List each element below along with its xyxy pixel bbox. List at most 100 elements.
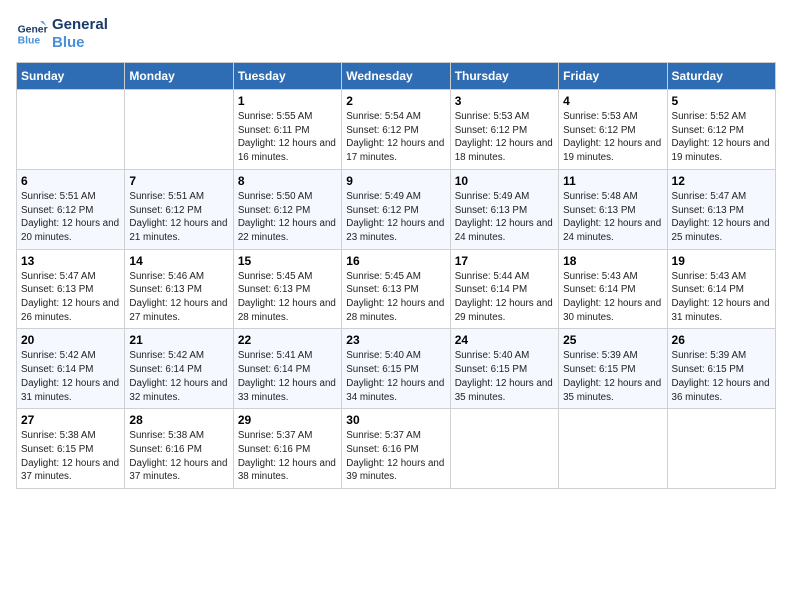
weekday-header-friday: Friday — [559, 63, 667, 90]
calendar-cell: 10 Sunrise: 5:49 AMSunset: 6:13 PMDayligh… — [450, 169, 558, 249]
calendar-cell: 22 Sunrise: 5:41 AMSunset: 6:14 PMDayligh… — [233, 329, 341, 409]
day-info: Sunrise: 5:51 AMSunset: 6:12 PMDaylight:… — [21, 190, 120, 245]
calendar-cell — [17, 90, 125, 170]
calendar-cell: 5 Sunrise: 5:52 AMSunset: 6:12 PMDaylight… — [667, 90, 775, 170]
day-info: Sunrise: 5:47 AMSunset: 6:13 PMDaylight:… — [672, 190, 771, 245]
calendar-cell: 27 Sunrise: 5:38 AMSunset: 6:15 PMDayligh… — [17, 409, 125, 489]
svg-text:General: General — [18, 24, 48, 35]
day-number: 27 — [21, 413, 120, 427]
page-header: General Blue General Blue — [16, 16, 776, 52]
calendar-cell: 3 Sunrise: 5:53 AMSunset: 6:12 PMDaylight… — [450, 90, 558, 170]
weekday-header-thursday: Thursday — [450, 63, 558, 90]
day-info: Sunrise: 5:42 AMSunset: 6:14 PMDaylight:… — [21, 349, 120, 404]
weekday-header-wednesday: Wednesday — [342, 63, 450, 90]
calendar-cell: 29 Sunrise: 5:37 AMSunset: 6:16 PMDayligh… — [233, 409, 341, 489]
calendar-cell: 17 Sunrise: 5:44 AMSunset: 6:14 PMDayligh… — [450, 249, 558, 329]
calendar-week-2: 6 Sunrise: 5:51 AMSunset: 6:12 PMDaylight… — [17, 169, 776, 249]
calendar-cell: 19 Sunrise: 5:43 AMSunset: 6:14 PMDayligh… — [667, 249, 775, 329]
day-number: 13 — [21, 254, 120, 268]
day-number: 17 — [455, 254, 554, 268]
weekday-header-saturday: Saturday — [667, 63, 775, 90]
day-info: Sunrise: 5:37 AMSunset: 6:16 PMDaylight:… — [346, 429, 445, 484]
day-number: 18 — [563, 254, 662, 268]
calendar-cell: 24 Sunrise: 5:40 AMSunset: 6:15 PMDayligh… — [450, 329, 558, 409]
calendar-cell: 6 Sunrise: 5:51 AMSunset: 6:12 PMDaylight… — [17, 169, 125, 249]
logo-general: General — [52, 16, 108, 34]
calendar-cell: 1Sunrise: 5:55 AMSunset: 6:11 PMDaylight… — [233, 90, 341, 170]
day-info: Sunrise: 5:39 AMSunset: 6:15 PMDaylight:… — [672, 349, 771, 404]
day-info: Sunrise: 5:37 AMSunset: 6:16 PMDaylight:… — [238, 429, 337, 484]
calendar-cell — [450, 409, 558, 489]
day-info: Sunrise: 5:53 AMSunset: 6:12 PMDaylight:… — [455, 110, 554, 165]
day-info: Sunrise: 5:40 AMSunset: 6:15 PMDaylight:… — [346, 349, 445, 404]
weekday-header-tuesday: Tuesday — [233, 63, 341, 90]
calendar-week-5: 27 Sunrise: 5:38 AMSunset: 6:15 PMDayligh… — [17, 409, 776, 489]
day-info: Sunrise: 5:41 AMSunset: 6:14 PMDaylight:… — [238, 349, 337, 404]
day-info: Sunrise: 5:43 AMSunset: 6:14 PMDaylight:… — [563, 270, 662, 325]
calendar-cell: 16 Sunrise: 5:45 AMSunset: 6:13 PMDayligh… — [342, 249, 450, 329]
svg-text:Blue: Blue — [18, 36, 41, 47]
calendar-cell: 30 Sunrise: 5:37 AMSunset: 6:16 PMDayligh… — [342, 409, 450, 489]
day-number: 14 — [129, 254, 228, 268]
day-number: 11 — [563, 174, 662, 188]
day-info: Sunrise: 5:54 AMSunset: 6:12 PMDaylight:… — [346, 110, 445, 165]
day-number: 12 — [672, 174, 771, 188]
day-info: Sunrise: 5:45 AMSunset: 6:13 PMDaylight:… — [346, 270, 445, 325]
calendar-cell: 15 Sunrise: 5:45 AMSunset: 6:13 PMDayligh… — [233, 249, 341, 329]
day-number: 6 — [21, 174, 120, 188]
day-number: 4 — [563, 94, 662, 108]
calendar-cell: 23Sunrise: 5:40 AMSunset: 6:15 PMDayligh… — [342, 329, 450, 409]
calendar-cell: 2Sunrise: 5:54 AMSunset: 6:12 PMDaylight… — [342, 90, 450, 170]
calendar-table: SundayMondayTuesdayWednesdayThursdayFrid… — [16, 62, 776, 489]
day-number: 9 — [346, 174, 445, 188]
calendar-cell: 7 Sunrise: 5:51 AMSunset: 6:12 PMDaylight… — [125, 169, 233, 249]
day-number: 10 — [455, 174, 554, 188]
calendar-week-3: 13Sunrise: 5:47 AMSunset: 6:13 PMDayligh… — [17, 249, 776, 329]
day-number: 3 — [455, 94, 554, 108]
day-number: 30 — [346, 413, 445, 427]
day-info: Sunrise: 5:53 AMSunset: 6:12 PMDaylight:… — [563, 110, 662, 165]
day-info: Sunrise: 5:51 AMSunset: 6:12 PMDaylight:… — [129, 190, 228, 245]
day-number: 16 — [346, 254, 445, 268]
day-number: 26 — [672, 333, 771, 347]
day-number: 22 — [238, 333, 337, 347]
calendar-cell: 14 Sunrise: 5:46 AMSunset: 6:13 PMDayligh… — [125, 249, 233, 329]
calendar-cell: 26 Sunrise: 5:39 AMSunset: 6:15 PMDayligh… — [667, 329, 775, 409]
day-info: Sunrise: 5:45 AMSunset: 6:13 PMDaylight:… — [238, 270, 337, 325]
day-info: Sunrise: 5:46 AMSunset: 6:13 PMDaylight:… — [129, 270, 228, 325]
calendar-week-4: 20 Sunrise: 5:42 AMSunset: 6:14 PMDayligh… — [17, 329, 776, 409]
weekday-header-sunday: Sunday — [17, 63, 125, 90]
calendar-header-row: SundayMondayTuesdayWednesdayThursdayFrid… — [17, 63, 776, 90]
weekday-header-monday: Monday — [125, 63, 233, 90]
day-info: Sunrise: 5:42 AMSunset: 6:14 PMDaylight:… — [129, 349, 228, 404]
calendar-cell: 4 Sunrise: 5:53 AMSunset: 6:12 PMDaylight… — [559, 90, 667, 170]
day-info: Sunrise: 5:43 AMSunset: 6:14 PMDaylight:… — [672, 270, 771, 325]
day-number: 21 — [129, 333, 228, 347]
day-info: Sunrise: 5:48 AMSunset: 6:13 PMDaylight:… — [563, 190, 662, 245]
day-info: Sunrise: 5:38 AMSunset: 6:16 PMDaylight:… — [129, 429, 228, 484]
day-info: Sunrise: 5:40 AMSunset: 6:15 PMDaylight:… — [455, 349, 554, 404]
calendar-cell: 28 Sunrise: 5:38 AMSunset: 6:16 PMDayligh… — [125, 409, 233, 489]
day-number: 19 — [672, 254, 771, 268]
day-number: 29 — [238, 413, 337, 427]
calendar-cell — [559, 409, 667, 489]
day-number: 7 — [129, 174, 228, 188]
logo-blue: Blue — [52, 34, 108, 52]
day-number: 28 — [129, 413, 228, 427]
day-info: Sunrise: 5:49 AMSunset: 6:13 PMDaylight:… — [455, 190, 554, 245]
calendar-cell: 25Sunrise: 5:39 AMSunset: 6:15 PMDayligh… — [559, 329, 667, 409]
calendar-cell: 12 Sunrise: 5:47 AMSunset: 6:13 PMDayligh… — [667, 169, 775, 249]
day-number: 5 — [672, 94, 771, 108]
calendar-body: 1Sunrise: 5:55 AMSunset: 6:11 PMDaylight… — [17, 90, 776, 489]
calendar-cell: 20 Sunrise: 5:42 AMSunset: 6:14 PMDayligh… — [17, 329, 125, 409]
day-info: Sunrise: 5:38 AMSunset: 6:15 PMDaylight:… — [21, 429, 120, 484]
calendar-cell — [667, 409, 775, 489]
calendar-cell: 8Sunrise: 5:50 AMSunset: 6:12 PMDaylight… — [233, 169, 341, 249]
day-number: 24 — [455, 333, 554, 347]
day-info: Sunrise: 5:44 AMSunset: 6:14 PMDaylight:… — [455, 270, 554, 325]
day-info: Sunrise: 5:52 AMSunset: 6:12 PMDaylight:… — [672, 110, 771, 165]
day-info: Sunrise: 5:55 AMSunset: 6:11 PMDaylight:… — [238, 110, 337, 165]
day-number: 15 — [238, 254, 337, 268]
day-number: 20 — [21, 333, 120, 347]
calendar-cell: 11 Sunrise: 5:48 AMSunset: 6:13 PMDayligh… — [559, 169, 667, 249]
